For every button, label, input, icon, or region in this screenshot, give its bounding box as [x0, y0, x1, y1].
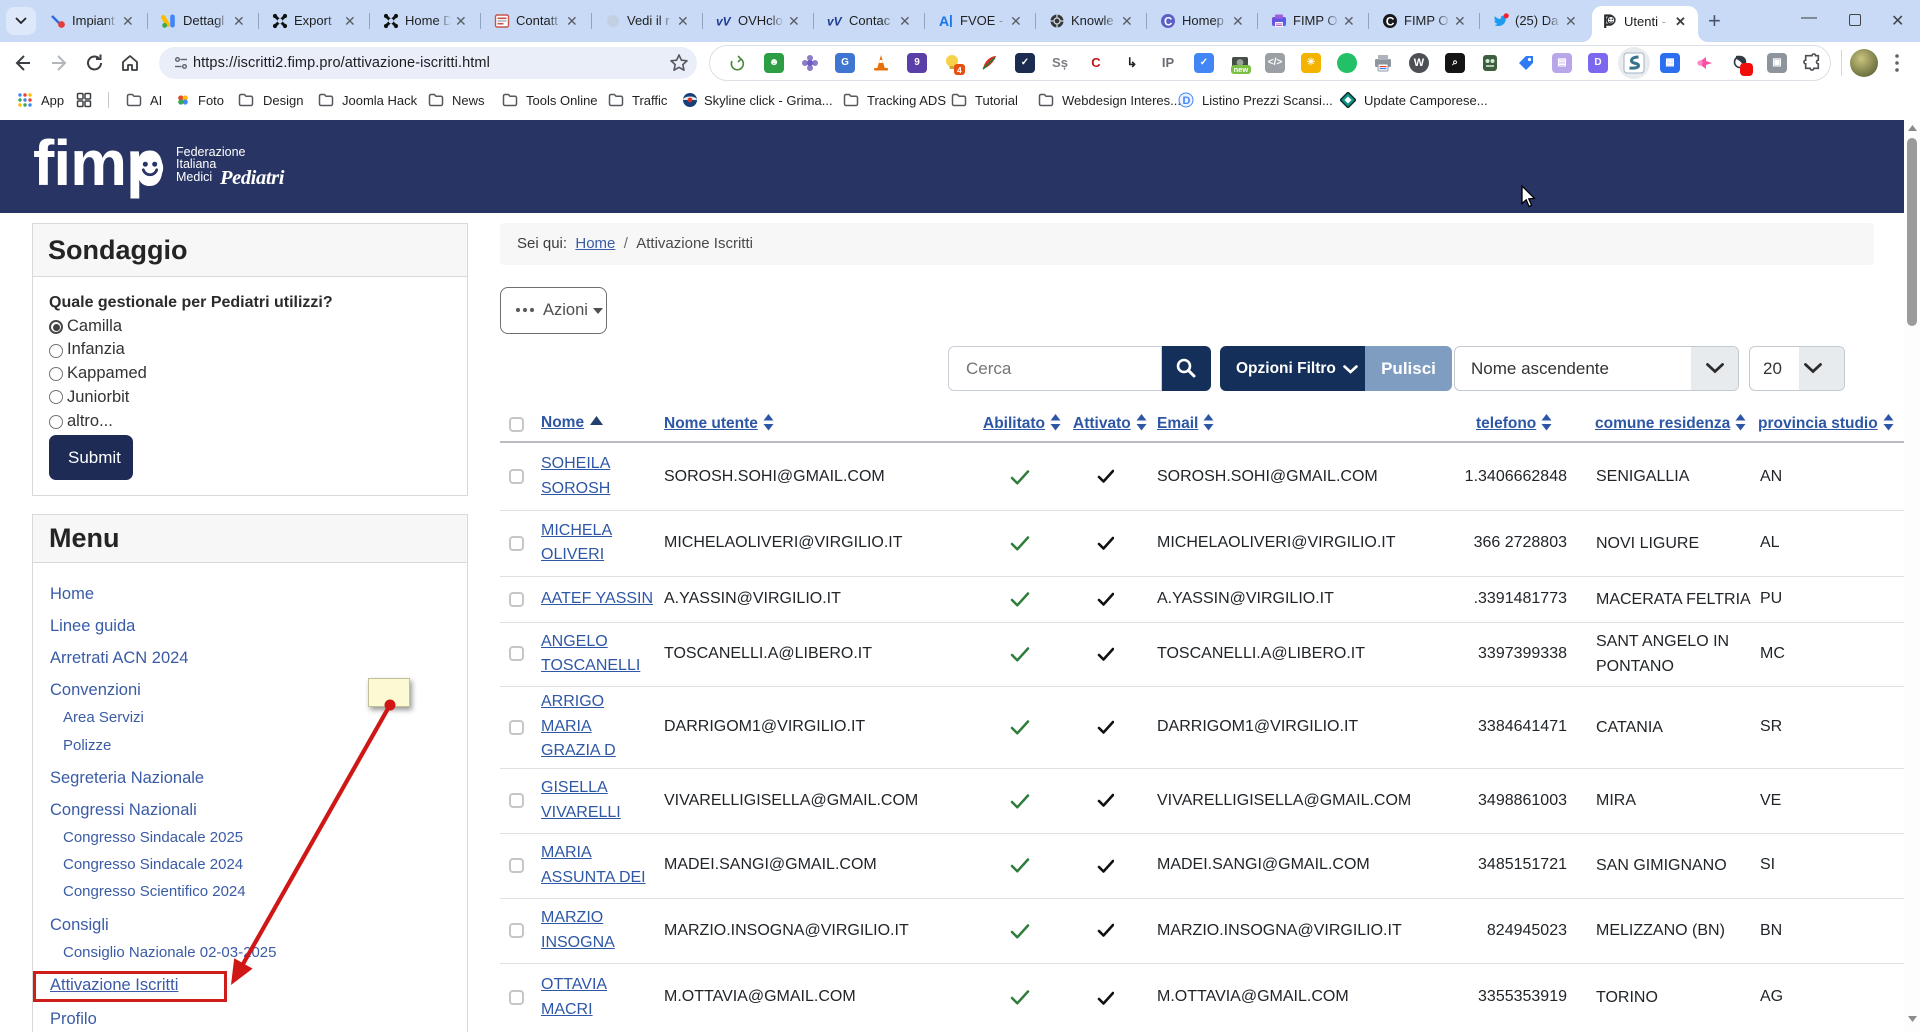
svg-text:4: 4: [957, 65, 962, 75]
svg-text:vV: vV: [827, 15, 843, 29]
svg-text:A: A: [939, 13, 949, 29]
svg-text:D: D: [1183, 95, 1191, 107]
svg-text:C: C: [1386, 14, 1395, 28]
svg-text:C: C: [1164, 16, 1172, 28]
svg-text:vV: vV: [716, 15, 732, 29]
svg-text:new: new: [1234, 65, 1249, 74]
